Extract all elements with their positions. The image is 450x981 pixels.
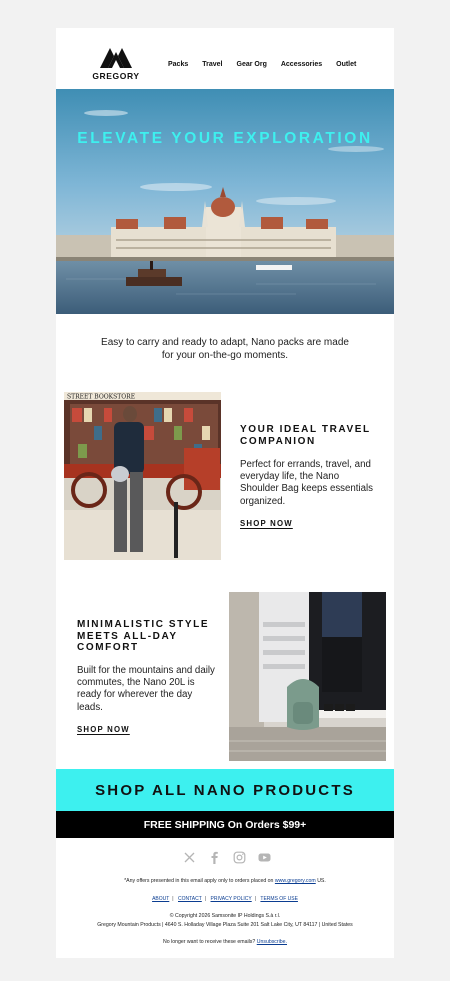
disclaimer-suffix: US. — [317, 878, 326, 884]
feature2-photo[interactable] — [229, 592, 386, 761]
nav-accessories[interactable]: Accessories — [281, 61, 322, 68]
social-links — [183, 851, 271, 864]
company-address: Gregory Mountain Products | 4640 S. Holl… — [97, 922, 353, 928]
email-body: GREGORY Packs Travel Gear Org Accessorie… — [56, 28, 394, 958]
feature1-text: Perfect for errands, travel, and everyda… — [240, 459, 374, 507]
top-nav: Packs Travel Gear Org Accessories Outlet — [168, 61, 356, 68]
feature1-photo[interactable]: STREET BOOKSTORE — [64, 392, 221, 560]
feature2-title: MINIMALISTIC STYLE MEETS ALL-DAY COMFORT — [77, 619, 210, 653]
gregory-logo[interactable]: GREGORY — [86, 44, 146, 84]
instagram-icon[interactable] — [233, 851, 246, 864]
feature2-text: Built for the mountains and daily commut… — [77, 665, 215, 713]
header: GREGORY Packs Travel Gear Org Accessorie… — [56, 28, 394, 89]
copyright: © Copyright 2026 Samsonite IP Holdings S… — [169, 913, 281, 919]
footer-links: ABOUT | CONTACT | PRIVACY POLICY | TERMS OF… — [152, 896, 298, 902]
contact-link[interactable]: CONTACT — [178, 896, 202, 902]
terms-of-use-link[interactable]: TERMS OF USE — [260, 896, 298, 902]
unsubscribe-prefix: No longer want to receive these emails? — [162, 939, 256, 945]
bookstore-image: STREET BOOKSTORE — [64, 392, 221, 560]
backpack-image — [229, 592, 386, 761]
hero-image — [56, 89, 394, 314]
unsubscribe-link[interactable]: Unsubscribe. — [257, 939, 287, 945]
gregory-site-link[interactable]: www.gregory.com — [275, 878, 316, 884]
nav-gear-org[interactable]: Gear Org — [237, 61, 267, 68]
free-shipping-banner[interactable]: FREE SHIPPING On Orders $99+ — [56, 811, 394, 838]
disclaimer: *Any offers presented in this email appl… — [56, 878, 394, 885]
x-icon[interactable] — [183, 851, 196, 864]
intro-text: Easy to carry and ready to adapt, Nano p… — [101, 337, 349, 361]
nav-travel[interactable]: Travel — [202, 61, 222, 68]
disclaimer-prefix: *Any offers presented in this email appl… — [124, 878, 274, 884]
hero-title: ELEVATE YOUR EXPLORATION — [77, 130, 373, 147]
bookstore-sign: STREET BOOKSTORE — [67, 394, 135, 401]
mountain-logo-icon — [100, 48, 132, 68]
feature1-title: YOUR IDEAL TRAVEL COMPANION — [240, 424, 371, 447]
privacy-policy-link[interactable]: PRIVACY POLICY — [211, 896, 252, 902]
nav-outlet[interactable]: Outlet — [336, 61, 356, 68]
about-link[interactable]: ABOUT — [152, 896, 169, 902]
logo-text: GREGORY — [92, 71, 140, 81]
shop-all-nano-button[interactable]: SHOP ALL NANO PRODUCTS — [56, 769, 394, 811]
nav-packs[interactable]: Packs — [168, 61, 188, 68]
feature2-shop-now-link[interactable]: SHOP NOW — [77, 725, 130, 734]
hero-banner[interactable]: ELEVATE YOUR EXPLORATION — [56, 89, 394, 314]
feature1-shop-now-link[interactable]: SHOP NOW — [240, 519, 293, 528]
facebook-icon[interactable] — [208, 851, 221, 864]
youtube-icon[interactable] — [258, 851, 271, 864]
unsubscribe-line: No longer want to receive these emails? … — [56, 939, 394, 946]
